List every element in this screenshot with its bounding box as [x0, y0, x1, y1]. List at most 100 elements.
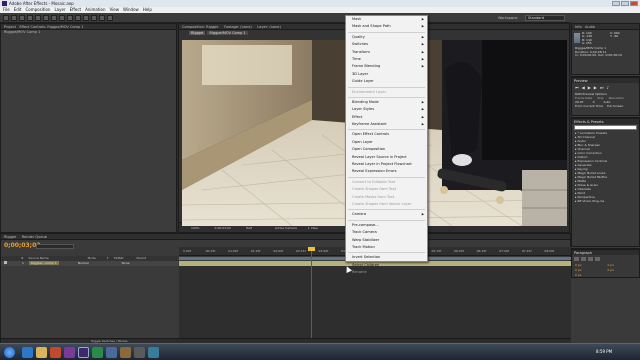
first-frame-icon[interactable]: ⏮ [575, 85, 579, 90]
context-menu-item[interactable]: Reveal Layer in Project Flowchart [346, 161, 427, 168]
tab-composition[interactable]: Composition: Riggpe [182, 25, 218, 29]
ie-icon[interactable] [22, 347, 33, 358]
app-icon-6[interactable] [92, 347, 103, 358]
context-menu-item[interactable]: Pre-compose... [346, 222, 427, 229]
justify-icon[interactable] [595, 257, 600, 261]
align-left-icon[interactable] [574, 257, 579, 261]
context-menu-item[interactable]: Invert Selection [346, 254, 427, 261]
mask-tool-icon[interactable] [51, 15, 57, 21]
subtab-riggpe[interactable]: Riggpe [189, 31, 206, 35]
clone-stamp-tool-icon[interactable] [83, 15, 89, 21]
app-icon-10[interactable] [148, 347, 159, 358]
maximize-button[interactable] [621, 1, 629, 6]
prev-frame-icon[interactable]: ◀ [582, 85, 585, 90]
context-menu-item[interactable]: Mask and Shape Path ▶ [346, 23, 427, 30]
close-button[interactable] [630, 1, 638, 6]
context-menu-item[interactable]: Warp Stabilizer [346, 237, 427, 244]
context-menu-item[interactable]: Reveal Expression Errors [346, 168, 427, 175]
brush-tool-icon[interactable] [75, 15, 81, 21]
from-current-time-checkbox[interactable]: From Current Time [575, 104, 603, 108]
effects-category-item[interactable]: ▸ RE:Vision Plug-ins [572, 199, 639, 203]
tab-render-queue[interactable]: Render Queue [22, 235, 47, 239]
context-menu-item[interactable]: Switches ▶ [346, 41, 427, 48]
hand-tool-icon[interactable] [11, 15, 17, 21]
context-menu-item[interactable]: Open Composition [346, 146, 427, 153]
puppet-tool-icon[interactable] [107, 15, 113, 21]
rotate-tool-icon[interactable] [27, 15, 33, 21]
context-menu-item[interactable]: Transform ▶ [346, 49, 427, 56]
effects-search-input[interactable] [574, 125, 637, 130]
context-menu-item[interactable]: Select Children [346, 262, 427, 269]
playhead[interactable] [311, 247, 312, 342]
camera-select[interactable]: Active Camera [275, 226, 297, 230]
context-menu-item[interactable]: Guide Layer [346, 78, 427, 85]
pen-tool-icon[interactable] [59, 15, 65, 21]
explorer-icon[interactable] [36, 347, 47, 358]
context-menu-item[interactable]: Camera ▶ [346, 211, 427, 218]
subtab-comp1[interactable]: Riggpe/MOV Comp 1 [207, 31, 248, 35]
selection-tool-icon[interactable] [3, 15, 9, 21]
app-icon-9[interactable] [134, 347, 145, 358]
playhead-handle[interactable] [308, 247, 315, 251]
tab-layer[interactable]: Layer: (none) [257, 25, 280, 29]
layer-mode[interactable]: Normal [78, 261, 89, 265]
zoom-level[interactable]: 100% [191, 226, 200, 230]
context-menu-item[interactable]: Track Motion [346, 244, 427, 251]
media-icon[interactable] [50, 347, 61, 358]
context-menu-item[interactable]: Frame Blending ▶ [346, 63, 427, 70]
after-effects-taskbar-icon[interactable] [78, 347, 89, 358]
context-menu-item[interactable]: Open Effect Controls [346, 131, 427, 138]
roto-brush-tool-icon[interactable] [99, 15, 105, 21]
context-menu-item[interactable]: Mask ▶ [346, 16, 427, 23]
app-icon-8[interactable] [120, 347, 131, 358]
play-icon[interactable]: ▶ [588, 85, 591, 90]
align-right-icon[interactable] [588, 257, 593, 261]
tab-effect-controls[interactable]: Effect Controls: Riggpe/MOV Comp 1 [19, 25, 83, 29]
premiere-icon[interactable] [64, 347, 75, 358]
context-menu-item[interactable]: Layer Styles ▶ [346, 106, 427, 113]
eraser-tool-icon[interactable] [91, 15, 97, 21]
start-button-icon[interactable] [4, 347, 15, 358]
context-menu-item[interactable]: Effect ▶ [346, 114, 427, 121]
context-menu-item[interactable]: Quality ▶ [346, 34, 427, 41]
tab-riggpe-timeline[interactable]: Riggpe [4, 235, 16, 239]
clock[interactable]: 8:59 PM [596, 349, 612, 354]
context-menu-item[interactable]: 3D Layer [346, 71, 427, 78]
timeline-timecode[interactable]: 0;00;03;02 [4, 242, 40, 249]
layer-row[interactable]: 1 Riggpe/...Comp 1 Normal None [1, 261, 178, 266]
context-menu-item[interactable]: Reveal Layer Source in Project [346, 154, 427, 161]
tab-audio[interactable]: Audio [585, 25, 595, 29]
zoom-tool-icon[interactable] [19, 15, 25, 21]
context-menu-item[interactable]: Track Camera [346, 229, 427, 236]
full-screen-checkbox[interactable]: Full Screen [607, 104, 623, 108]
pan-behind-tool-icon[interactable] [43, 15, 49, 21]
last-frame-icon[interactable]: ⏭ [600, 85, 604, 90]
layer-name[interactable]: Riggpe/...Comp 1 [28, 261, 59, 265]
indent-right-value[interactable]: 0 px [608, 263, 640, 267]
context-menu-item[interactable]: Time ▶ [346, 56, 427, 63]
audio-icon[interactable]: ♪ [606, 85, 609, 90]
context-menu-item[interactable]: Keyframe Assistant ▶ [346, 121, 427, 128]
indent-first-value[interactable]: 0 px [575, 268, 607, 272]
view-layout-select[interactable]: 1 View [308, 226, 318, 230]
layer-parent[interactable]: None [122, 261, 130, 265]
context-menu-item[interactable]: Open Layer [346, 139, 427, 146]
indent-left-value[interactable]: 0 px [575, 263, 607, 267]
current-time[interactable]: 0;00;03;02 [215, 226, 231, 230]
space-after-value[interactable]: 0 px [575, 273, 607, 277]
type-tool-icon[interactable] [67, 15, 73, 21]
visibility-icon[interactable] [4, 261, 7, 264]
workspace-select[interactable]: Standard [525, 15, 565, 21]
minimize-button[interactable] [612, 1, 620, 6]
app-icon-7[interactable] [106, 347, 117, 358]
camera-tool-icon[interactable] [35, 15, 41, 21]
tab-info[interactable]: Info [575, 25, 582, 29]
align-center-icon[interactable] [581, 257, 586, 261]
timeline-search-input[interactable] [36, 244, 74, 249]
context-menu-item[interactable]: Blending Mode ▶ [346, 99, 427, 106]
space-before-value[interactable]: 0 px [608, 268, 640, 272]
resolution-select[interactable]: Half [246, 226, 252, 230]
tab-project[interactable]: Project [4, 25, 16, 29]
tab-footage[interactable]: Footage: (none) [224, 25, 252, 29]
next-frame-icon[interactable]: ▶ [594, 85, 597, 90]
